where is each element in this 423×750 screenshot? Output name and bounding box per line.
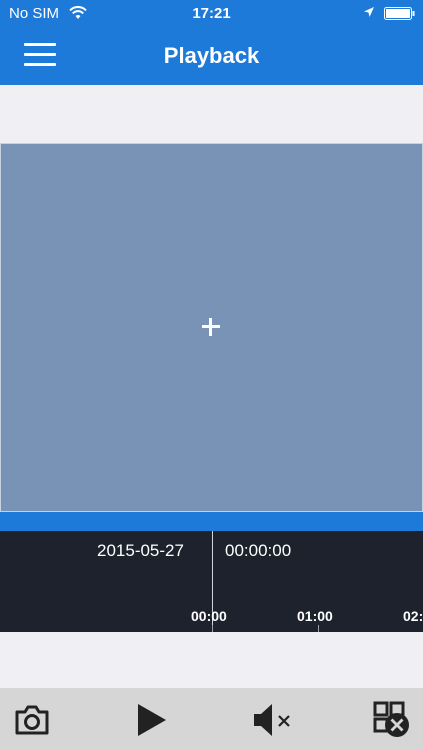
tick-label: 01:00 [297, 608, 333, 624]
top-bar: No SIM 17:21 Playback [0, 0, 423, 85]
close-window-icon[interactable] [372, 700, 412, 740]
camera-icon[interactable] [14, 702, 50, 738]
status-time: 17:21 [192, 5, 231, 22]
bottom-toolbar [0, 688, 423, 750]
tick-label: 02: [403, 608, 423, 624]
tick-mark [318, 625, 319, 632]
tick-label: 00:00 [191, 608, 227, 624]
tick-mark [212, 625, 213, 632]
location-arrow-icon [364, 7, 374, 17]
timeline-date: 2015-05-27 [97, 541, 184, 560]
page-title: Playback [163, 43, 260, 68]
timeline-time: 00:00:00 [225, 541, 292, 560]
plus-icon[interactable] [196, 312, 226, 342]
selected-window-bar [0, 512, 423, 531]
timeline[interactable]: 2015-05-27 00:00:00 00:00 01:00 02: [0, 531, 423, 632]
battery-icon [384, 7, 415, 20]
play-icon[interactable] [134, 702, 170, 738]
status-bar: No SIM 17:21 [0, 0, 423, 28]
mute-icon[interactable] [252, 702, 292, 738]
